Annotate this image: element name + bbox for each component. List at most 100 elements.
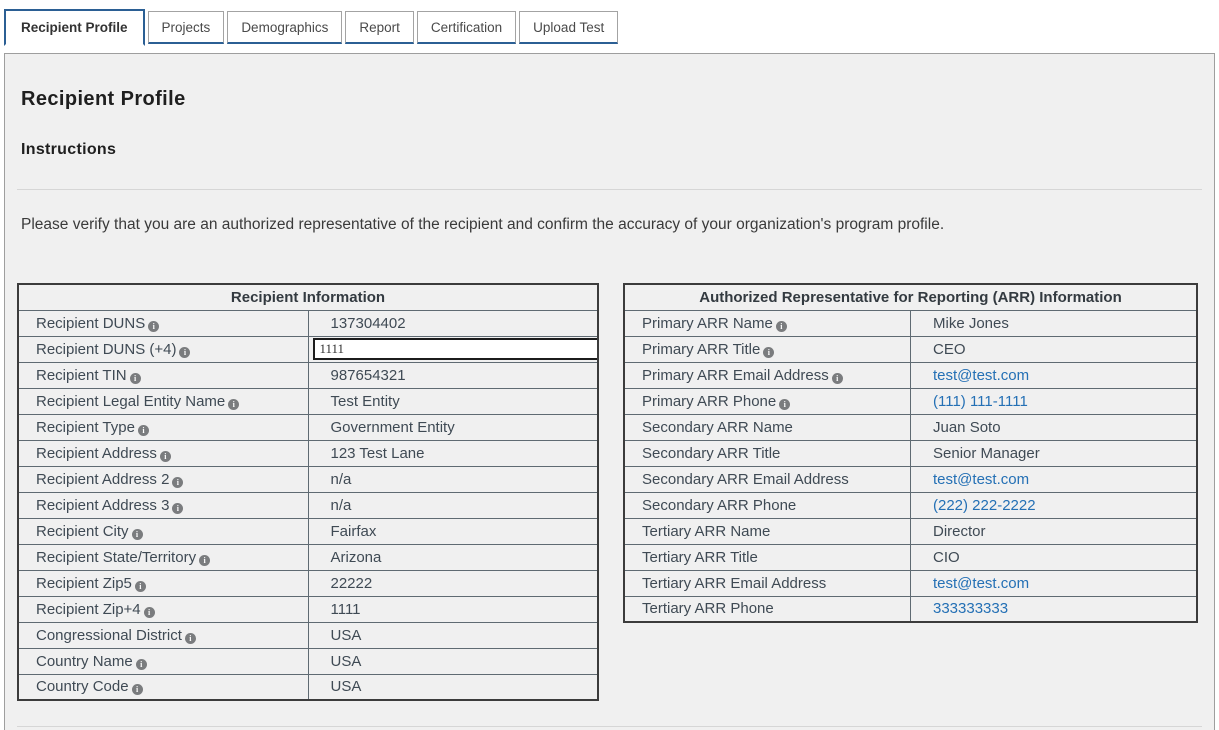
recipient-zip5-label: Recipient Zip5i — [18, 570, 308, 596]
info-icon[interactable]: i — [136, 659, 147, 670]
tables-wrap: Recipient Information Recipient DUNSi137… — [17, 283, 1202, 701]
congressional-district-label: Congressional Districti — [18, 622, 308, 648]
recipient-type-value-cell: Government Entity — [308, 414, 598, 440]
info-icon[interactable]: i — [199, 555, 210, 566]
row-label: Recipient Legal Entity Name — [36, 393, 225, 410]
info-icon[interactable]: i — [185, 633, 196, 644]
row-value: CEO — [933, 341, 966, 358]
primary-arr-email-address-link[interactable]: test@test.com — [933, 367, 1029, 384]
row-value: Test Entity — [331, 393, 400, 410]
row-value: 137304402 — [331, 315, 406, 332]
info-icon[interactable]: i — [148, 321, 159, 332]
info-icon[interactable]: i — [172, 503, 183, 514]
info-icon[interactable]: i — [160, 451, 171, 462]
row-label: Recipient DUNS — [36, 315, 145, 332]
secondary-arr-email-address-label: Secondary ARR Email Address — [624, 466, 911, 492]
row-label: Recipient State/Territory — [36, 549, 196, 566]
recipient-duns-label: Recipient DUNSi — [18, 310, 308, 336]
recipient-address-label: Recipient Addressi — [18, 440, 308, 466]
tab-bar: Recipient ProfileProjectsDemographicsRep… — [0, 0, 1219, 44]
recipient-address-2-value-cell: n/a — [308, 466, 598, 492]
recipient-state-territory-label: Recipient State/Territoryi — [18, 544, 308, 570]
info-icon[interactable]: i — [135, 581, 146, 592]
info-icon[interactable]: i — [132, 529, 143, 540]
recipient-address-3-label: Recipient Address 3i — [18, 492, 308, 518]
info-icon[interactable]: i — [144, 607, 155, 618]
info-icon[interactable]: i — [138, 425, 149, 436]
congressional-district-value-cell: USA — [308, 622, 598, 648]
table-row: Secondary ARR NameJuan Soto — [624, 414, 1197, 440]
recipient-tin-label: Recipient TINi — [18, 362, 308, 388]
row-value: Director — [933, 523, 986, 540]
row-label: Recipient Address 3 — [36, 497, 169, 514]
info-icon[interactable]: i — [832, 373, 843, 384]
recipient-information-table: Recipient Information Recipient DUNSi137… — [17, 283, 599, 701]
secondary-arr-email-address-link[interactable]: test@test.com — [933, 471, 1029, 488]
country-code-label: Country Codei — [18, 674, 308, 700]
tab-demographics[interactable]: Demographics — [227, 11, 342, 44]
secondary-arr-title-value-cell: Senior Manager — [911, 440, 1198, 466]
row-value: USA — [331, 627, 362, 644]
table-row: Primary ARR Email Addressi test@test.com — [624, 362, 1197, 388]
info-icon[interactable]: i — [776, 321, 787, 332]
recipient-city-value-cell: Fairfax — [308, 518, 598, 544]
recipient-address-value-cell: 123 Test Lane — [308, 440, 598, 466]
table-row: Recipient DUNS (+4)i — [18, 336, 598, 362]
table-row: Primary ARR Phonei (111) 111-1111 — [624, 388, 1197, 414]
tertiary-arr-phone-link[interactable]: 333333333 — [933, 600, 1008, 617]
table-row: Primary ARR NameiMike Jones — [624, 310, 1197, 336]
primary-arr-phone-value-cell: (111) 111-1111 — [911, 388, 1198, 414]
row-value: 987654321 — [331, 367, 406, 384]
row-label: Primary ARR Phone — [642, 393, 776, 410]
tab-certification[interactable]: Certification — [417, 11, 516, 44]
row-value: n/a — [331, 497, 352, 514]
table-row: Recipient Addressi123 Test Lane — [18, 440, 598, 466]
country-name-label: Country Namei — [18, 648, 308, 674]
info-icon[interactable]: i — [130, 373, 141, 384]
secondary-arr-phone-link[interactable]: (222) 222-2222 — [933, 497, 1036, 514]
row-label: Secondary ARR Title — [642, 445, 780, 462]
arr-information-table: Authorized Representative for Reporting … — [623, 283, 1198, 623]
row-label: Tertiary ARR Name — [642, 523, 770, 540]
page-title: Recipient Profile — [17, 88, 1202, 111]
row-value: CIO — [933, 549, 960, 566]
tab-recipient-profile[interactable]: Recipient Profile — [4, 9, 145, 46]
info-icon[interactable]: i — [179, 347, 190, 358]
table-row: Recipient State/TerritoryiArizona — [18, 544, 598, 570]
recipient-tin-value-cell: 987654321 — [308, 362, 598, 388]
row-label: Tertiary ARR Phone — [642, 600, 774, 617]
row-label: Primary ARR Email Address — [642, 367, 829, 384]
info-icon[interactable]: i — [132, 684, 143, 695]
row-label: Congressional District — [36, 627, 182, 644]
primary-arr-phone-link[interactable]: (111) 111-1111 — [933, 393, 1028, 410]
recipient-duns-4-input[interactable] — [313, 338, 599, 360]
row-label: Recipient Address — [36, 445, 157, 462]
tab-projects[interactable]: Projects — [148, 11, 225, 44]
info-icon[interactable]: i — [228, 399, 239, 410]
row-value: USA — [331, 678, 362, 695]
info-icon[interactable]: i — [763, 347, 774, 358]
table-row: Recipient TypeiGovernment Entity — [18, 414, 598, 440]
secondary-arr-name-label: Secondary ARR Name — [624, 414, 911, 440]
recipient-duns-4-value-cell — [308, 336, 598, 362]
table-row: Secondary ARR Email Address test@test.com — [624, 466, 1197, 492]
tab-upload-test[interactable]: Upload Test — [519, 11, 618, 44]
tertiary-arr-email-address-link[interactable]: test@test.com — [933, 575, 1029, 592]
secondary-arr-phone-label: Secondary ARR Phone — [624, 492, 911, 518]
row-label: Recipient TIN — [36, 367, 127, 384]
info-icon[interactable]: i — [172, 477, 183, 488]
table-row: Tertiary ARR Phone 333333333 — [624, 596, 1197, 622]
arr-table-header: Authorized Representative for Reporting … — [624, 284, 1197, 310]
recipient-city-label: Recipient Cityi — [18, 518, 308, 544]
divider — [17, 189, 1202, 190]
recipient-duns-4-label: Recipient DUNS (+4)i — [18, 336, 308, 362]
tab-report[interactable]: Report — [345, 11, 414, 44]
row-value: 1111 — [331, 601, 361, 618]
tertiary-arr-phone-value-cell: 333333333 — [911, 596, 1198, 622]
secondary-arr-name-value-cell: Juan Soto — [911, 414, 1198, 440]
recipient-table-header: Recipient Information — [18, 284, 598, 310]
info-icon[interactable]: i — [779, 399, 790, 410]
row-label: Recipient Zip5 — [36, 575, 132, 592]
primary-arr-name-label: Primary ARR Namei — [624, 310, 911, 336]
recipient-duns-value-cell: 137304402 — [308, 310, 598, 336]
